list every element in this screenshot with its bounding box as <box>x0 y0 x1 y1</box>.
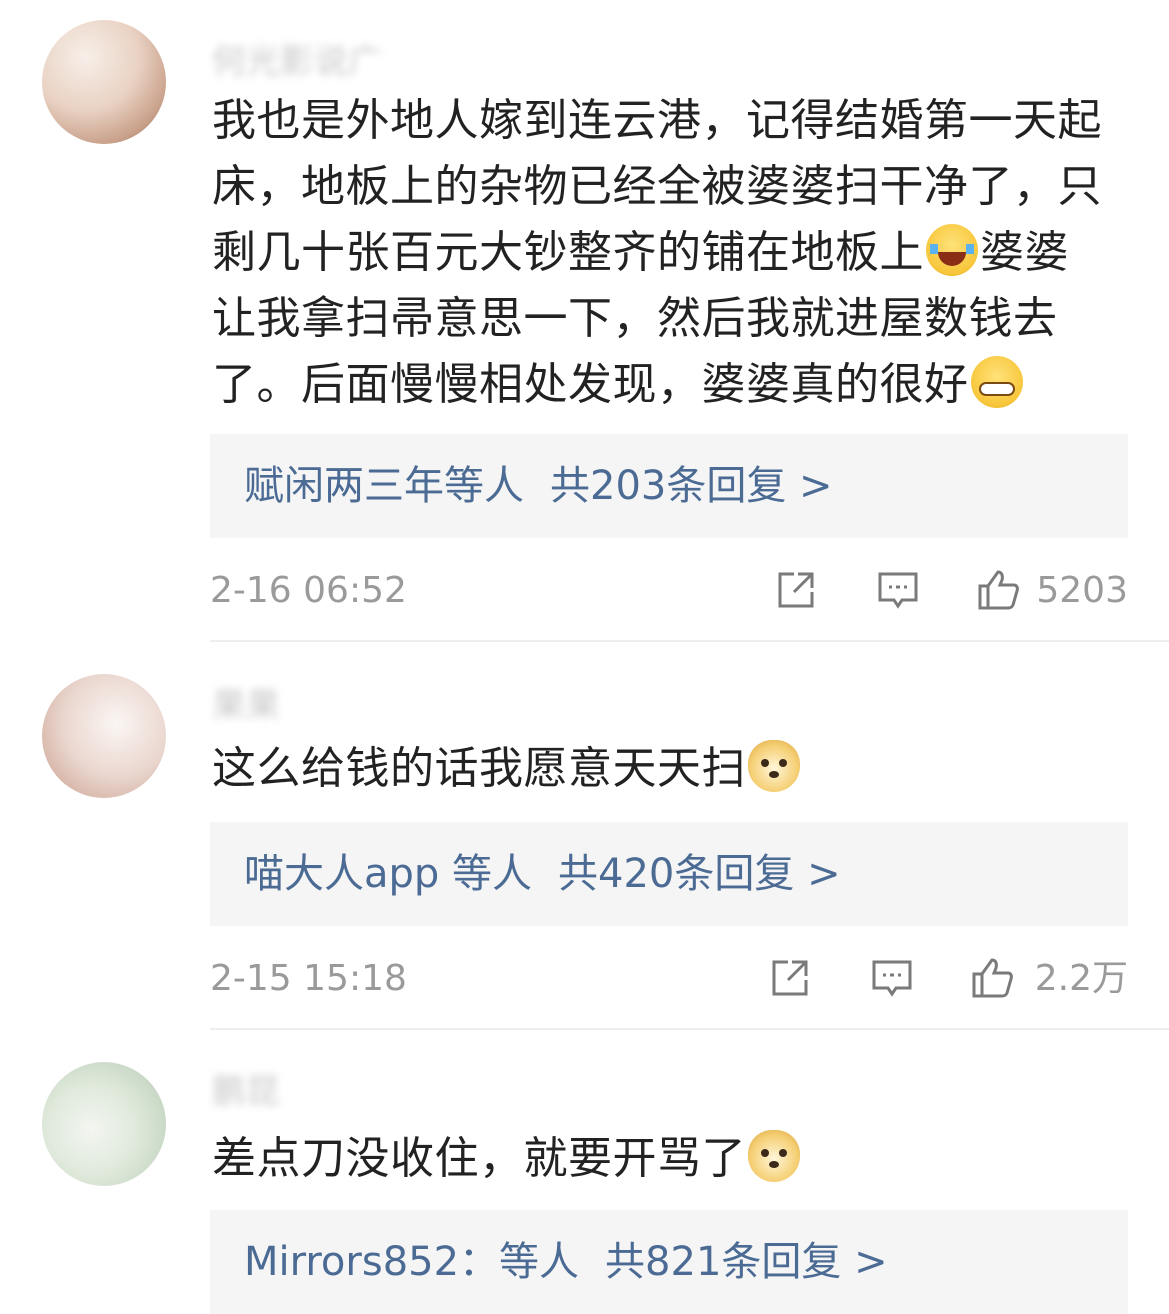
reply-count: 共420条回复 > <box>558 851 841 897</box>
comment-line-text: 婆婆 <box>980 227 1069 278</box>
username[interactable]: 果果 <box>212 686 280 726</box>
comment-line: 这么给钱的话我愿意天天扫 <box>212 736 1137 802</box>
divider <box>210 1028 1169 1030</box>
reply-preview[interactable]: 赋闲两三年等人 共203条回复 > <box>210 434 1128 538</box>
comment-line-text: 剩几十张百元大钞整齐的铺在地板上 <box>212 227 924 278</box>
grin-emoji <box>970 356 1023 408</box>
reply-preview[interactable]: 喵大人app 等人 共420条回复 > <box>210 822 1128 926</box>
comment-line: 差点刀没收住，就要开骂了 <box>212 1126 1137 1192</box>
comment-line-text: 差点刀没收住，就要开骂了 <box>212 1133 746 1184</box>
timestamp: 2-15 15:18 <box>210 958 407 999</box>
comment-line: 了。后面慢慢相处发现，婆婆真的很好 <box>212 352 1137 418</box>
comment-text: 差点刀没收住，就要开骂了 <box>212 1126 1137 1192</box>
reply-preview[interactable]: Mirrors852：等人 共821条回复 > <box>210 1210 1128 1314</box>
reply-count: 共203条回复 > <box>550 463 833 509</box>
comment-text: 我也是外地人嫁到连云港，记得结婚第一天起 床，地板上的杂物已经全被婆婆扫干净了，… <box>212 88 1137 418</box>
like-count: 5203 <box>1036 570 1128 611</box>
comment-line: 我也是外地人嫁到连云港，记得结婚第一天起 <box>212 95 1102 146</box>
timestamp: 2-16 06:52 <box>210 570 407 611</box>
reply-summary[interactable]: 赋闲两三年等人 共203条回复 > <box>244 434 833 538</box>
like-icon[interactable] <box>976 568 1020 612</box>
reply-summary[interactable]: 喵大人app 等人 共420条回复 > <box>244 822 841 926</box>
comment-line: 让我拿扫帚意思一下，然后我就进屋数钱去 <box>212 293 1058 344</box>
comment-meta: 2-16 06:52 5203 <box>210 566 1128 616</box>
reply-count: 共821条回复 > <box>605 1239 888 1285</box>
avatar[interactable] <box>42 674 166 798</box>
laugh-emoji <box>926 224 978 276</box>
doge-emoji <box>748 740 800 792</box>
reply-names: Mirrors852：等人 <box>244 1239 580 1285</box>
divider <box>210 640 1169 642</box>
avatar[interactable] <box>42 1062 166 1186</box>
comment-text: 这么给钱的话我愿意天天扫 <box>212 736 1137 802</box>
reply-names: 赋闲两三年等人 <box>244 463 524 509</box>
share-icon[interactable] <box>774 568 818 612</box>
like-count: 2.2万 <box>1034 958 1128 999</box>
comment-line: 剩几十张百元大钞整齐的铺在地板上 婆婆 <box>212 220 1137 286</box>
comment-line-text: 了。后面慢慢相处发现，婆婆真的很好 <box>212 359 969 410</box>
share-icon[interactable] <box>768 956 812 1000</box>
username[interactable]: 何光影说广 <box>212 42 382 82</box>
reply-names: 喵大人app 等人 <box>244 851 533 897</box>
comment-icon[interactable] <box>876 568 920 612</box>
avatar[interactable] <box>42 20 166 144</box>
doge-emoji <box>748 1130 800 1182</box>
comment-icon[interactable] <box>870 956 914 1000</box>
username[interactable]: 鹏昆 <box>212 1072 280 1112</box>
comment-line: 床，地板上的杂物已经全被婆婆扫干净了，只 <box>212 161 1102 212</box>
like-icon[interactable] <box>970 956 1014 1000</box>
comment-meta: 2-15 15:18 2.2万 <box>210 954 1128 1004</box>
reply-summary[interactable]: Mirrors852：等人 共821条回复 > <box>244 1210 888 1314</box>
comment-line-text: 这么给钱的话我愿意天天扫 <box>212 743 746 794</box>
